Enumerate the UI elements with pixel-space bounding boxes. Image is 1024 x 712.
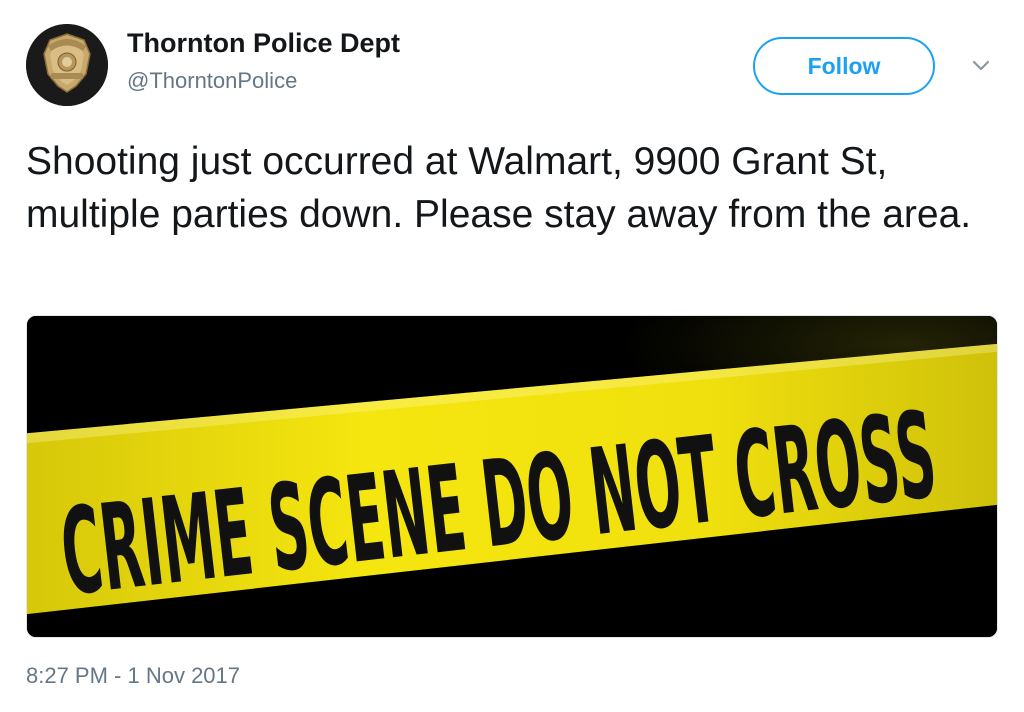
avatar[interactable]: [26, 24, 108, 106]
tweet-timestamp[interactable]: 8:27 PM - 1 Nov 2017: [26, 663, 240, 689]
tweet-text: Shooting just occurred at Walmart, 9900 …: [26, 140, 972, 236]
police-badge-icon: [26, 24, 108, 106]
crime-scene-tape-image: CRIME SCENE DO NOT CROSS: [27, 316, 997, 637]
chevron-down-icon[interactable]: [968, 56, 994, 76]
tweet-media-image[interactable]: CRIME SCENE DO NOT CROSS: [26, 315, 998, 638]
author-display-name[interactable]: Thornton Police Dept: [127, 28, 400, 59]
follow-button[interactable]: Follow: [753, 37, 935, 95]
author-handle[interactable]: @ThorntonPolice: [127, 68, 297, 94]
